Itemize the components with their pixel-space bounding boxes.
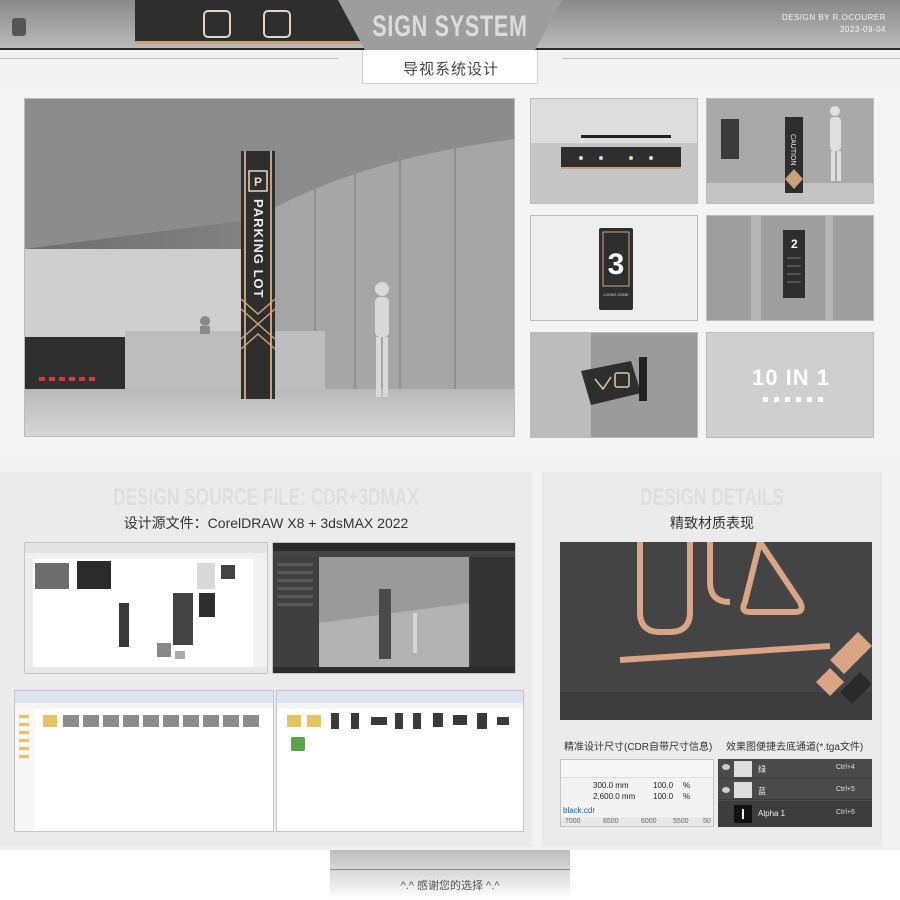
header: DESIGN BY R.OCOURER 2023-09-04 SIGN SYST… [0, 0, 900, 88]
page-subtitle: 导视系统设计 [402, 61, 499, 78]
ruler-tick: 50 [703, 818, 711, 825]
file-explorer-left [14, 690, 274, 832]
title-block: SIGN SYSTEM 导视系统设计 [338, 0, 562, 84]
scale-y-unit: % [683, 792, 691, 801]
scale-x-field[interactable]: 100.0 [653, 781, 673, 790]
details-caption: 精致材质表现 [670, 515, 754, 531]
ruler-tick: 6000 [641, 818, 657, 825]
channel-name: 绿 [758, 765, 766, 774]
channel-thumbnail [734, 761, 752, 777]
channel-name: Alpha 1 [758, 809, 786, 818]
channel-shortcut: Ctrl+4 [836, 764, 855, 771]
file-explorer-right [276, 690, 524, 832]
subtitle-box: 导视系统设计 [362, 50, 538, 84]
source-ghost-title: DESIGN SOURCE FILE: CDR+3DMAX [113, 484, 419, 511]
parking-scene: P PARKING LOT [25, 99, 514, 436]
family-icon [263, 10, 291, 38]
ruler-tick: 6500 [603, 818, 619, 825]
eye-icon[interactable] [722, 764, 730, 770]
header-rule-right [562, 58, 900, 59]
ruler: 7000 6500 6000 5500 50 [561, 817, 713, 826]
credit-date: 2023-09-04 [840, 25, 886, 34]
channel-thumbnail [734, 782, 752, 798]
thumb-directory-sign: 2 [706, 215, 874, 321]
channel-row-green[interactable]: 绿 Ctrl+4 [718, 759, 872, 779]
details-ghost-title: DESIGN DETAILS [640, 484, 784, 511]
thumb-floor-sign: 3 LIVING ZONE [530, 215, 698, 321]
3dsmax-screenshot [272, 542, 516, 674]
eye-icon[interactable] [722, 787, 730, 793]
channel-shortcut: Ctrl+5 [836, 786, 855, 793]
floor-caption: LIVING ZONE [603, 292, 629, 297]
footer-thanks: ^.^ 感谢您的选择 ^.^ [400, 880, 500, 892]
channel-name: 蓝 [758, 787, 766, 796]
source-caption: 设计源文件：CorelDRAW X8 + 3dsMAX 2022 [123, 515, 409, 531]
size-caption: 精准设计尺寸(CDR自带尺寸信息) [564, 742, 713, 753]
thumb-restroom-sign [530, 332, 698, 438]
footer: ^.^ 感谢您的选择 ^.^ [0, 850, 900, 900]
channel-row-alpha[interactable]: Alpha 1 Ctrl+6 [718, 801, 872, 827]
main-render-parking: P PARKING LOT [24, 98, 515, 437]
material-closeup [560, 542, 872, 720]
scale-y-field[interactable]: 100.0 [653, 792, 673, 801]
width-field[interactable]: 300.0 mm [593, 781, 629, 790]
channel-caption: 效果图便捷去底通道(*.tga文件) [726, 742, 864, 753]
ruler-tick: 7000 [565, 818, 581, 825]
document-tab[interactable]: black.cdr [563, 806, 595, 815]
channel-shortcut: Ctrl+6 [836, 809, 855, 816]
caution-text: CAUTION [789, 134, 796, 166]
thumb-ten-in-one: 10 IN 1 [706, 332, 874, 438]
coreldraw-screenshot [24, 542, 268, 674]
thumb-caution-stand: CAUTION [706, 98, 874, 204]
stroller-icon [203, 10, 231, 38]
coreldraw-file-icon [291, 737, 305, 751]
brand-logo-icon [12, 18, 26, 36]
footer-rule [330, 869, 570, 870]
design-details-section: DESIGN DETAILS 精致材质表现 精准设计尺寸(CDR自带尺寸信息) … [542, 472, 882, 847]
credit-author: DESIGN BY R.OCOURER [781, 13, 886, 22]
render-gallery: P PARKING LOT CAUTION 3 LIVING ZONE 2 10… [0, 88, 900, 454]
height-field[interactable]: 2,600.0 mm [593, 792, 635, 801]
ruler-tick: 5500 [673, 818, 689, 825]
small-floor-number: 2 [791, 237, 798, 251]
design-credit: DESIGN BY R.OCOURER 2023-09-04 [782, 12, 886, 36]
page-title: SIGN SYSTEM [372, 10, 528, 43]
thumb-hanging-sign [530, 98, 698, 204]
pillar-sign-text: PARKING LOT [251, 199, 266, 299]
channel-row-blue[interactable]: 蓝 Ctrl+5 [718, 780, 872, 800]
cdr-toolbar [561, 760, 713, 778]
floor-number: 3 [608, 248, 625, 281]
channels-panel: 绿 Ctrl+4 蓝 Ctrl+5 Alpha 1 Ctrl+6 [718, 759, 872, 827]
header-rule-left [0, 58, 338, 59]
svg-text:P: P [254, 175, 262, 189]
cdr-dimension-panel: 300.0 mm 2,600.0 mm 100.0 100.0 % % blac… [560, 759, 714, 827]
scale-x-unit: % [683, 781, 691, 790]
source-files-section: DESIGN SOURCE FILE: CDR+3DMAX 设计源文件：Core… [0, 472, 532, 847]
